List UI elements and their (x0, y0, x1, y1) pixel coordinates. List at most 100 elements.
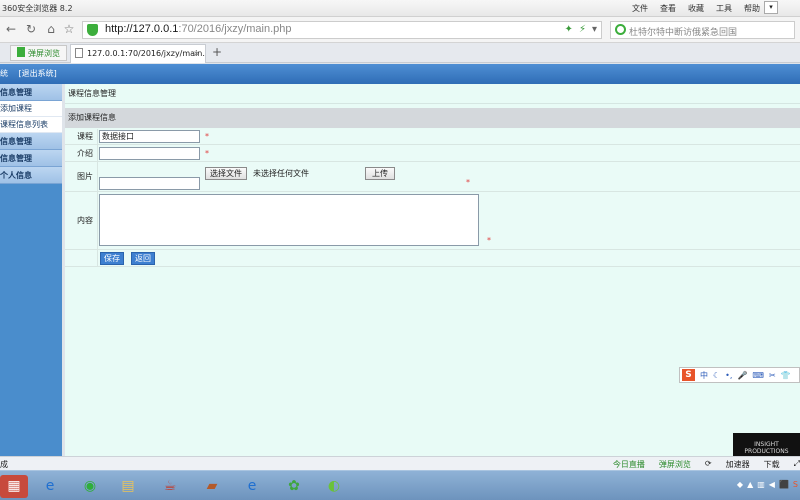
required-mark: * (487, 236, 491, 245)
document-icon (75, 48, 83, 58)
tools-icon[interactable]: ✂ (769, 371, 776, 380)
status-accelerator[interactable]: 加速器 (726, 459, 750, 470)
tray-icon[interactable]: ◆ (737, 480, 743, 489)
folder-icon[interactable]: ▤ (114, 475, 142, 498)
search-engine-icon (615, 24, 626, 35)
browser-menu: 文件 查看 收藏 工具 帮助 (632, 3, 760, 14)
volume-icon[interactable]: ◀ (769, 480, 775, 489)
tray-icon[interactable]: ▲ (747, 480, 753, 489)
tray-icon[interactable]: ⬛ (779, 480, 789, 489)
sidebar-info-management-3[interactable]: 信息管理 (0, 150, 62, 167)
ime-toolbar: S 中 ☾ •, 🎤 ⌨ ✂ 👕 (679, 367, 800, 383)
status-live[interactable]: 今日直播 (613, 459, 645, 470)
no-file-text: 未选择任何文件 (253, 169, 309, 178)
sidebar-add-course[interactable]: 添加课程 (0, 101, 62, 117)
actions-label-cell (65, 250, 98, 266)
form-row-intro: 介绍 * (65, 145, 800, 162)
course-input[interactable]: 数据接口 (99, 130, 200, 143)
image-label: 图片 (65, 162, 98, 191)
header-system-text: 统 (0, 69, 8, 78)
required-mark: * (466, 178, 470, 187)
360-browser-icon[interactable]: ◉ (76, 475, 104, 498)
form-row-content: 内容 * (65, 192, 800, 250)
image-path-input[interactable] (99, 177, 200, 190)
tab-popup-browse[interactable]: 弹屏浏览 (10, 45, 67, 61)
menu-view[interactable]: 查看 (660, 3, 676, 14)
refresh-icon[interactable]: ↻ (24, 22, 38, 36)
home-icon[interactable]: ⌂ (44, 22, 58, 36)
sogou-logo-icon[interactable]: S (682, 369, 695, 381)
url-input[interactable]: http://127.0.0.1:70/2016/jxzy/main.php ✦… (82, 21, 602, 39)
required-mark: * (205, 149, 209, 158)
form-row-course: 课程 数据接口 * (65, 129, 800, 145)
tab-main-page[interactable]: 127.0.0.1:70/2016/jxzy/main. × (70, 44, 206, 63)
intro-label: 介绍 (65, 145, 98, 161)
paw-icon[interactable]: ✿ (280, 475, 308, 498)
java-icon[interactable]: ☕ (156, 475, 184, 498)
menu-file[interactable]: 文件 (632, 3, 648, 14)
sidebar-course-list[interactable]: 课程信息列表 (0, 117, 62, 133)
ie-icon[interactable]: e (238, 475, 266, 498)
favorite-star-icon[interactable]: ☆ (62, 22, 76, 36)
lightning-icon[interactable]: ⚡ (579, 24, 586, 35)
sidebar-course-management[interactable]: 信息管理 (0, 84, 62, 101)
form-row-image: 图片 选择文件 未选择任何文件 上传 * (65, 162, 800, 192)
section-title: 添加课程信息 (65, 108, 800, 128)
status-popup-browse[interactable]: 弹屏浏览 (659, 459, 691, 470)
app-header: 统 [退出系统] (0, 64, 800, 84)
content-label: 内容 (65, 192, 98, 249)
address-bar: ← ↻ ⌂ ☆ http://127.0.0.1:70/2016/jxzy/ma… (0, 17, 800, 43)
sidebar-info-management-2[interactable]: 信息管理 (0, 133, 62, 150)
compat-mode-icon[interactable]: ✦ (565, 24, 573, 35)
back-icon[interactable]: ← (4, 22, 18, 36)
skin-icon[interactable]: 👕 (781, 371, 791, 380)
search-text: 杜特尔特中断访俄紧急回国 (629, 28, 738, 38)
dropdown-chevron-icon[interactable]: ▾ (592, 24, 597, 35)
menu-favorites[interactable]: 收藏 (688, 3, 704, 14)
sogou-tray-icon[interactable]: S (793, 480, 798, 489)
security-shield-icon (87, 24, 98, 36)
dreamweaver-icon[interactable]: ◐ (320, 475, 348, 498)
close-icon[interactable]: × (193, 45, 200, 62)
url-text: http://127.0.0.1:70/2016/jxzy/main.php (105, 23, 292, 35)
breadcrumb: 课程信息管理 (65, 84, 800, 104)
add-course-form: 课程 数据接口 * 介绍 * 图片 选择文件 未选择任何文件 上传 * 内容 * (65, 129, 800, 267)
zoom-icon[interactable]: ⤢ (794, 459, 800, 470)
shirt-icon[interactable]: ▾ (764, 1, 778, 14)
keyboard-icon[interactable]: ⌨ (752, 371, 764, 380)
upload-button[interactable]: 上传 (365, 167, 395, 180)
network-icon[interactable]: ▥ (757, 480, 765, 489)
microphone-icon[interactable]: 🎤 (737, 371, 747, 380)
sidebar-personal-info[interactable]: 个人信息 (0, 167, 62, 184)
taskbar: ▦ e ◉ ▤ ☕ ▰ e ✿ ◐ ◆ ▲ ▥ ◀ ⬛ S (0, 470, 800, 500)
book-icon[interactable]: ▰ (198, 475, 226, 498)
tab-bar: 弹屏浏览 127.0.0.1:70/2016/jxzy/main. × + (0, 43, 800, 63)
status-text: 成 (0, 460, 8, 469)
required-mark: * (205, 132, 209, 141)
intro-input[interactable] (99, 147, 200, 160)
punctuation-icon[interactable]: •, (725, 371, 732, 380)
moon-icon[interactable]: ☾ (713, 371, 720, 380)
back-button[interactable]: 返回 (131, 252, 155, 265)
save-button[interactable]: 保存 (100, 252, 124, 265)
ime-mode[interactable]: 中 (700, 370, 708, 381)
form-row-actions: 保存 返回 (65, 250, 800, 267)
choose-file-button[interactable]: 选择文件 (205, 167, 247, 180)
new-tab-button[interactable]: + (212, 45, 222, 59)
system-tray: ◆ ▲ ▥ ◀ ⬛ S (737, 480, 798, 489)
browser-titlebar: 360安全浏览器 8.2 文件 查看 收藏 工具 帮助 ▾ (0, 0, 800, 17)
menu-tools[interactable]: 工具 (716, 3, 732, 14)
course-label: 课程 (65, 129, 98, 144)
logout-link[interactable]: [退出系统] (19, 69, 57, 78)
content-textarea[interactable] (99, 194, 479, 246)
ie-icon[interactable]: e (36, 475, 64, 498)
phone-icon (17, 47, 25, 57)
browser-title: 360安全浏览器 8.2 (2, 4, 73, 13)
menu-help[interactable]: 帮助 (744, 3, 760, 14)
search-input[interactable]: 杜特尔特中断访俄紧急回国 (610, 21, 795, 39)
refresh-icon[interactable]: ⟳ (705, 459, 712, 470)
status-download[interactable]: 下载 (764, 459, 780, 470)
tab-title: 127.0.0.1:70/2016/jxzy/main. (87, 49, 205, 58)
main-content: 课程信息管理 添加课程信息 课程 数据接口 * 介绍 * 图片 选择文件 未选择… (65, 84, 800, 456)
start-button[interactable]: ▦ (0, 475, 28, 498)
